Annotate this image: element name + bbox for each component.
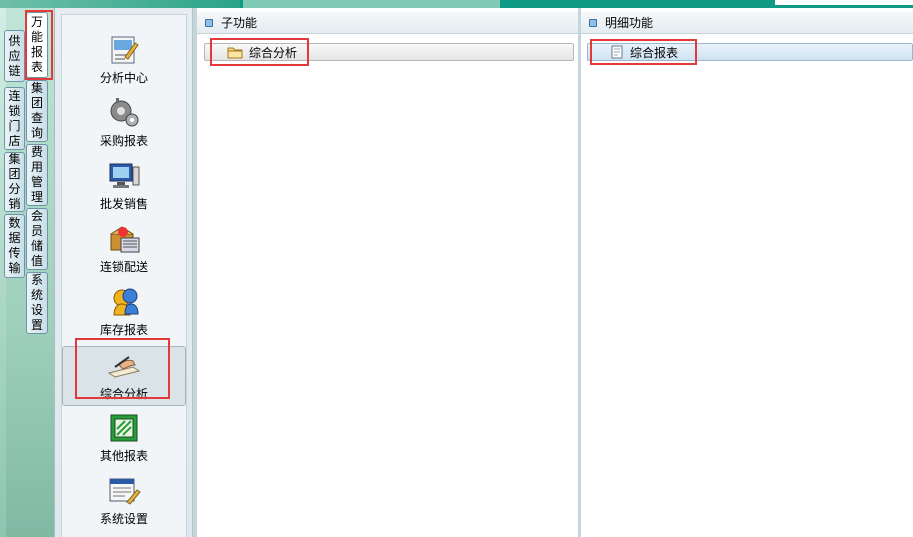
- detail-function-item[interactable]: 综合报表: [587, 43, 913, 61]
- tab-label: 费用管理: [30, 145, 43, 204]
- top-strip-right: [775, 0, 913, 5]
- nav-item-system-settings[interactable]: 系统设置: [62, 472, 186, 532]
- sub-function-item-label: 综合分析: [249, 45, 298, 60]
- tab-label: 万能报表: [30, 15, 43, 74]
- tab-group-distribution[interactable]: 集团分销: [4, 152, 25, 212]
- sub-function-title: 子功能: [221, 16, 258, 30]
- nav-item-analysis-center[interactable]: 分析中心: [62, 31, 186, 91]
- nav-item-wholesale-sales[interactable]: 批发销售: [62, 157, 186, 217]
- nav-item-label: 系统设置: [99, 512, 148, 526]
- nav-item-label: 其他报表: [99, 449, 148, 463]
- tab-label: 系统设置: [30, 273, 43, 332]
- nav-item-label: 批发销售: [99, 197, 148, 211]
- tab-data-transfer[interactable]: 数据传输: [4, 214, 25, 278]
- nav-inner: 分析中心 采购报表 批发销售 连锁配送 库存报表 综合分析 其他报表 系统设置: [61, 14, 187, 537]
- inventory-report-icon: [113, 288, 139, 316]
- tab-system-settings[interactable]: 系统设置: [26, 272, 48, 334]
- nav-item-purchase-report[interactable]: 采购报表: [62, 94, 186, 154]
- tab-group-query[interactable]: 集团查询: [26, 80, 48, 142]
- tab-member-stored-value[interactable]: 会员储值: [26, 208, 48, 270]
- nav-item-label: 库存报表: [99, 323, 148, 337]
- wholesale-sales-icon: [109, 163, 140, 188]
- tab-label: 供应链: [8, 33, 21, 78]
- tab-label: 集团分销: [8, 152, 21, 211]
- nav-item-label: 连锁配送: [99, 260, 148, 274]
- system-settings-icon: [109, 478, 141, 505]
- chain-distribution-icon: [110, 226, 140, 253]
- tab-expense-management[interactable]: 费用管理: [26, 144, 48, 206]
- pane-separator: [578, 8, 581, 537]
- tab-supply-chain[interactable]: 供应链: [4, 30, 25, 82]
- tab-label: 连锁门店: [8, 88, 21, 148]
- detail-function-item-label: 综合报表: [630, 45, 679, 60]
- other-reports-icon: [110, 414, 138, 442]
- top-strip: [0, 0, 913, 8]
- nav-item-comprehensive-analysis[interactable]: 综合分析: [62, 346, 186, 406]
- pane-separator: [193, 8, 197, 537]
- nav-panel: 分析中心 采购报表 批发销售 连锁配送 库存报表 综合分析 其他报表 系统设置: [54, 8, 193, 537]
- nav-item-label: 采购报表: [99, 134, 148, 148]
- header-square-icon: [589, 18, 597, 27]
- document-icon: [611, 45, 623, 59]
- nav-item-other-reports[interactable]: 其他报表: [62, 409, 186, 469]
- tab-universal-reports[interactable]: 万能报表: [26, 12, 48, 78]
- tab-label: 集团查询: [30, 81, 43, 140]
- analysis-center-icon: [111, 36, 139, 64]
- sub-function-item[interactable]: 综合分析: [204, 43, 574, 61]
- purchase-report-icon: [110, 98, 139, 127]
- nav-item-label: 综合分析: [99, 387, 148, 401]
- sub-function-header: 子功能: [197, 12, 578, 34]
- comprehensive-analysis-icon: [107, 356, 141, 378]
- detail-function-header: 明细功能: [581, 12, 913, 34]
- tab-chain-stores[interactable]: 连锁门店: [4, 87, 25, 150]
- detail-function-title: 明细功能: [605, 16, 654, 30]
- header-square-icon: [205, 18, 213, 27]
- tab-label: 数据传输: [8, 216, 21, 275]
- tab-label: 会员储值: [30, 209, 43, 268]
- nav-item-chain-distribution[interactable]: 连锁配送: [62, 220, 186, 280]
- top-strip-left: [0, 0, 240, 8]
- nav-item-label: 分析中心: [99, 71, 148, 85]
- nav-item-inventory-report[interactable]: 库存报表: [62, 283, 186, 343]
- top-strip-mid: [243, 0, 500, 8]
- folder-icon: [227, 47, 243, 59]
